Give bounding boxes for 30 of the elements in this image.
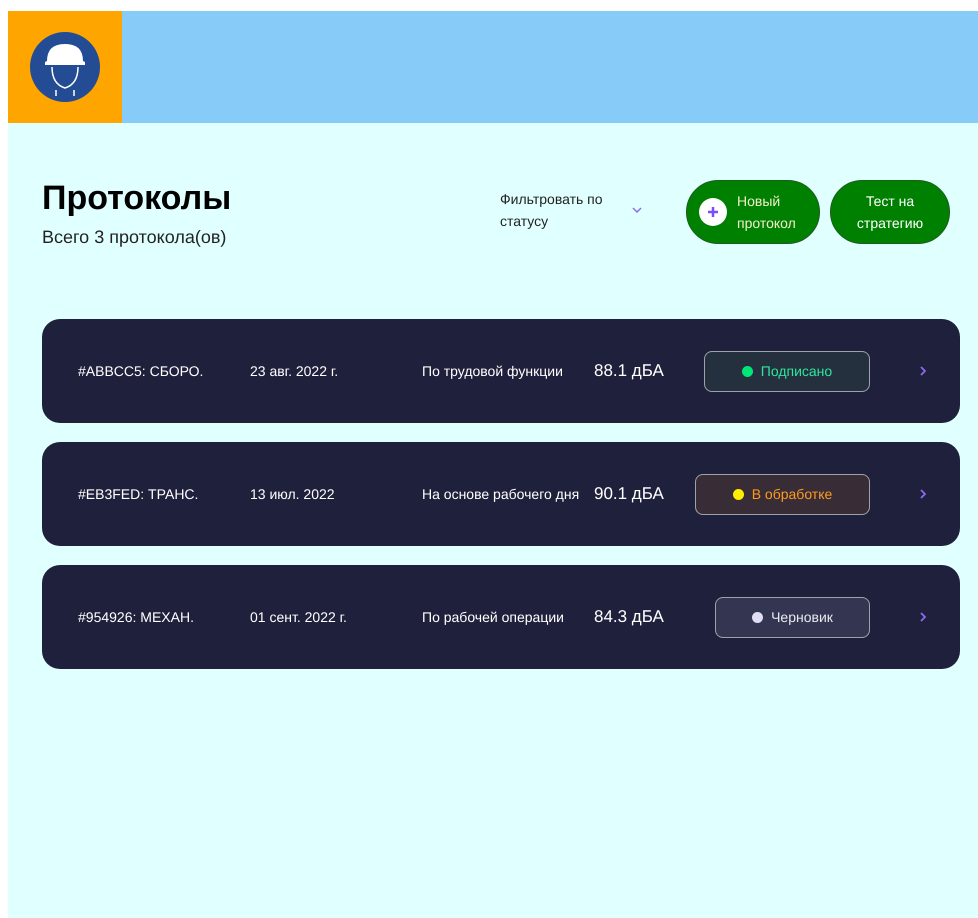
noise-level: 88.1 дБА: [594, 360, 665, 382]
protocol-method: По рабочей операции: [422, 608, 565, 627]
protocol-id: #EB3FED: ТРАНС.: [78, 484, 200, 504]
chevron-right-icon: [920, 366, 926, 376]
noise-level: 84.3 дБА: [594, 606, 665, 628]
protocol-id: #954926: МЕХАН.: [78, 608, 195, 626]
chevron-down-icon: [632, 207, 642, 213]
protocol-count: Всего 3 протокола(ов): [42, 226, 228, 249]
strategy-test-button[interactable]: Тест на стратегию: [830, 180, 950, 244]
plus-icon: [699, 198, 727, 226]
chevron-right-icon: [920, 612, 926, 622]
protocol-date: 13 июл. 2022: [250, 484, 336, 504]
protocol-card[interactable]: #EB3FED: ТРАНС. 13 июл. 2022 На основе рабочего дня 90.1 дБА В обработке: [42, 442, 960, 546]
chevron-right-icon: [920, 489, 926, 499]
protocol-date: 23 авг. 2022 г.: [250, 362, 340, 380]
page-title: Протоколы: [42, 178, 232, 218]
protocol-method: По трудовой функции: [422, 362, 564, 381]
status-filter-dropdown[interactable]: Фильтровать по статусу: [500, 188, 642, 232]
protocol-method: На основе рабочего дня: [422, 485, 580, 504]
logo-tile[interactable]: [8, 11, 122, 123]
new-protocol-button[interactable]: Новый протокол: [686, 180, 820, 244]
status-badge: В обработке: [695, 474, 870, 514]
noise-level: 90.1 дБА: [594, 483, 665, 506]
helmet-icon: [30, 32, 100, 102]
protocol-date: 01 сент. 2022 г.: [250, 608, 348, 626]
protocol-card[interactable]: #954926: МЕХАН. 01 сент. 2022 г. По рабочей операции 84.3 дБА Черновик: [42, 565, 960, 669]
status-badge: Подписано: [704, 350, 870, 392]
protocol-card[interactable]: #ABBCC5: СБОРО. 23 авг. 2022 г. По трудовой функции 88.1 дБА Подписано: [42, 319, 960, 423]
protocol-id: #ABBCC5: СБОРО.: [78, 362, 204, 380]
status-badge: Черновик: [715, 596, 870, 638]
